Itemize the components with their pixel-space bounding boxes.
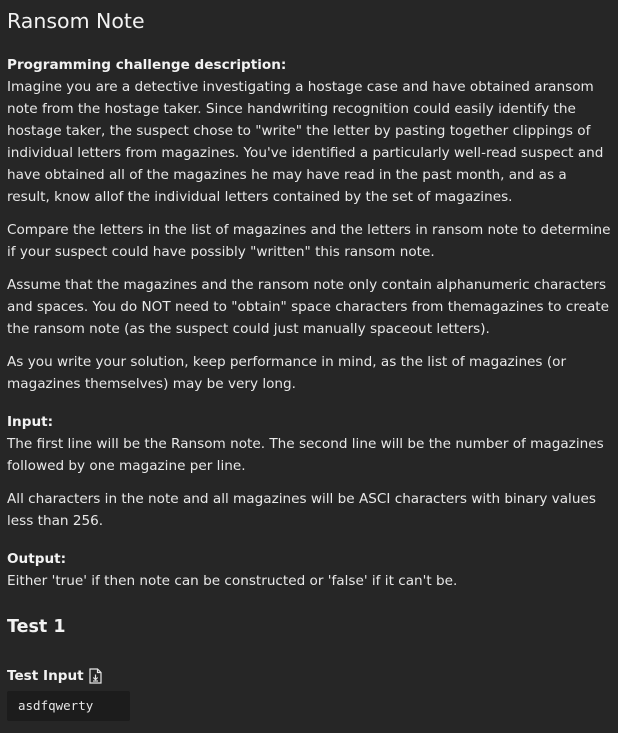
description-paragraph: Imagine you are a detective investigatin… xyxy=(7,79,604,205)
test-section: Test 1 Test Input asdfqwerty xyxy=(7,615,611,721)
output-paragraph: Either 'true' if then note can be constr… xyxy=(7,573,458,589)
test-heading: Test 1 xyxy=(7,617,66,637)
description-paragraph: As you write your solution, keep perform… xyxy=(7,354,567,392)
test-input-label: Test Input xyxy=(7,668,84,684)
test-input-value[interactable]: asdfqwerty xyxy=(7,691,130,721)
input-section: Input: The first line will be the Ransom… xyxy=(7,411,611,532)
input-paragraph: The first line will be the Ransom note. … xyxy=(7,436,604,474)
description-paragraph: Assume that the magazines and the ransom… xyxy=(7,277,610,337)
copy-document-icon[interactable] xyxy=(89,668,102,684)
test-input-header: Test Input xyxy=(7,665,611,687)
input-paragraph: All characters in the note and all magaz… xyxy=(7,491,596,529)
page-title: Ransom Note xyxy=(7,9,145,33)
description-paragraph: Compare the letters in the list of magaz… xyxy=(7,222,611,260)
output-section: Output: Either 'true' if then note can b… xyxy=(7,548,611,592)
description-label: Programming challenge description: xyxy=(7,57,287,73)
input-label: Input: xyxy=(7,414,54,430)
challenge-page: Ransom Note Programming challenge descri… xyxy=(0,0,618,733)
description-section: Programming challenge description: Imagi… xyxy=(7,54,611,395)
output-label: Output: xyxy=(7,551,67,567)
